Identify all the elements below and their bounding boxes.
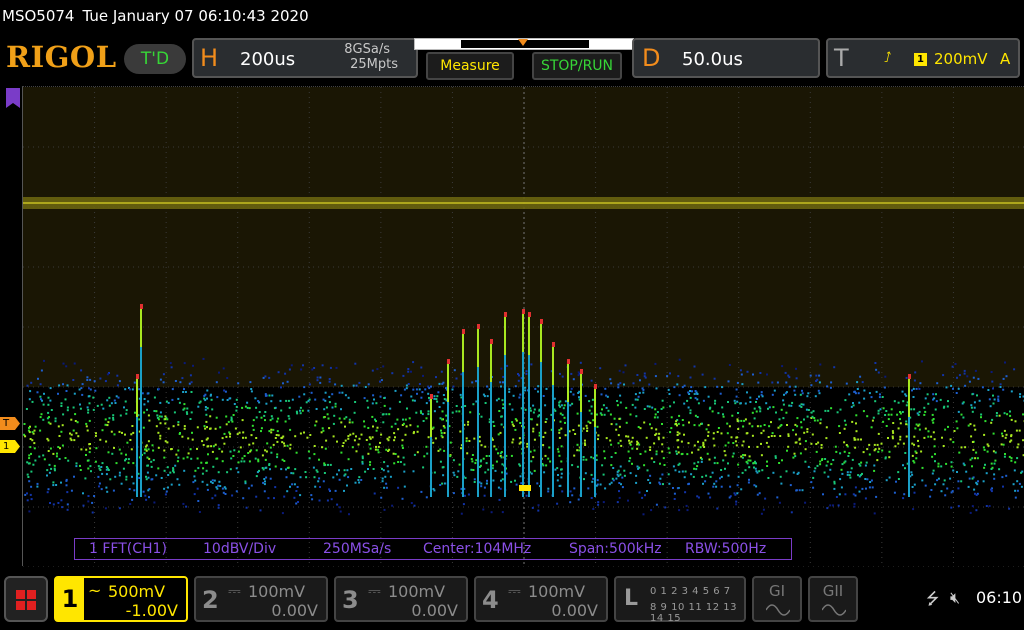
memory-position-strip	[414, 38, 634, 50]
fft-channel: 1 FFT(CH1)	[89, 541, 167, 557]
dc-coupling-icon: ⎓	[368, 581, 381, 600]
channel-3-panel[interactable]: 3 ⎓ 100mV 0.00V	[334, 576, 468, 622]
system-clock: 06:10	[976, 588, 1023, 607]
trigger-level-marker[interactable]: T	[0, 417, 20, 430]
speaker-muted-icon[interactable]: 🔇︎	[950, 588, 960, 608]
run-state-badge[interactable]: T'D	[124, 44, 186, 74]
memory-depth: 25Mpts	[350, 57, 398, 72]
delay-letter: D	[642, 44, 661, 72]
horizontal-panel[interactable]: H 200us 8GSa/s 25Mpts	[192, 38, 418, 78]
datetime: Tue January 07 06:10:43 2020	[82, 7, 309, 25]
ac-coupling-icon: ~	[88, 581, 102, 600]
sine-wave-icon	[766, 604, 790, 616]
logic-row-2: 8 9 10 11 12 13 14 15	[650, 602, 738, 624]
channel-number: 1	[56, 578, 84, 620]
measure-button[interactable]: Measure	[426, 52, 514, 80]
rigol-logo: RIGOL	[6, 40, 117, 74]
generator-1-button[interactable]: GI	[752, 576, 802, 622]
channel-scale: 100mV	[528, 582, 586, 601]
trigger-letter: T	[834, 44, 849, 72]
delay-panel[interactable]: D 50.0us	[632, 38, 820, 78]
generator-2-button[interactable]: GII	[808, 576, 858, 622]
model-name: MSO5074	[2, 7, 75, 25]
channel-offset: -1.00V	[125, 601, 178, 620]
channel-scale: 100mV	[248, 582, 306, 601]
fft-center: Center:104MHz	[423, 541, 532, 557]
trigger-mode: A	[1000, 50, 1011, 68]
fft-rbw: RBW:500Hz	[685, 541, 767, 557]
sample-rate: 8GSa/s	[344, 42, 390, 57]
logic-letter: L	[624, 586, 639, 611]
main-menu-button[interactable]	[4, 576, 48, 622]
horizontal-letter: H	[200, 44, 219, 72]
fft-scale: 10dBV/Div	[203, 541, 277, 557]
channel-number: 3	[342, 586, 359, 614]
logic-row-1: 0 1 2 3 4 5 6 7	[650, 586, 731, 597]
channel-offset: 0.00V	[551, 601, 598, 620]
trigger-position-icon	[518, 39, 528, 46]
channel-1-panel[interactable]: 1 ~ 500mV -1.00V	[54, 576, 188, 622]
sine-wave-icon	[822, 604, 846, 616]
usb-icon: ⭍	[926, 589, 940, 608]
ch1-offset-marker[interactable]: 1	[0, 440, 20, 453]
math-channel-marker[interactable]	[6, 88, 20, 108]
menu-grid-icon	[16, 590, 36, 610]
trigger-panel[interactable]: T ⭜ 1 200mV A	[826, 38, 1020, 78]
stop-run-button[interactable]: STOP/RUN	[532, 52, 622, 80]
channel-offset: 0.00V	[271, 601, 318, 620]
fft-rate: 250MSa/s	[323, 541, 392, 557]
scope-screen: MSO5074 Tue January 07 06:10:43 2020 RIGO…	[0, 0, 1024, 630]
channel-scale: 500mV	[108, 582, 166, 601]
generator-label: GII	[822, 582, 844, 600]
channel-offset: 0.00V	[411, 601, 458, 620]
channel-number: 2	[202, 586, 219, 614]
dc-coupling-icon: ⎓	[508, 581, 521, 600]
timebase-value: 200us	[240, 49, 296, 70]
channel-4-panel[interactable]: 4 ⎓ 100mV 0.00V	[474, 576, 608, 622]
channel-number: 4	[482, 586, 499, 614]
channel-2-panel[interactable]: 2 ⎓ 100mV 0.00V	[194, 576, 328, 622]
dc-coupling-icon: ⎓	[228, 581, 241, 600]
trigger-level: 200mV	[934, 50, 988, 68]
fft-info-bar[interactable]: 1 FFT(CH1) 10dBV/Div 250MSa/s Center:104…	[74, 538, 792, 560]
fft-span: Span:500kHz	[569, 541, 662, 557]
trigger-source: 1	[914, 53, 927, 66]
waveform-area[interactable]	[22, 86, 1024, 567]
rising-edge-icon: ⭜	[884, 50, 892, 66]
channel-scale: 100mV	[388, 582, 446, 601]
delay-value: 50.0us	[682, 49, 743, 70]
status-line: MSO5074 Tue January 07 06:10:43 2020	[0, 0, 1024, 32]
graticule	[23, 87, 1024, 567]
logic-analyzer-panel[interactable]: L 0 1 2 3 4 5 6 7 8 9 10 11 12 13 14 15	[614, 576, 746, 624]
generator-label: GI	[768, 582, 786, 600]
